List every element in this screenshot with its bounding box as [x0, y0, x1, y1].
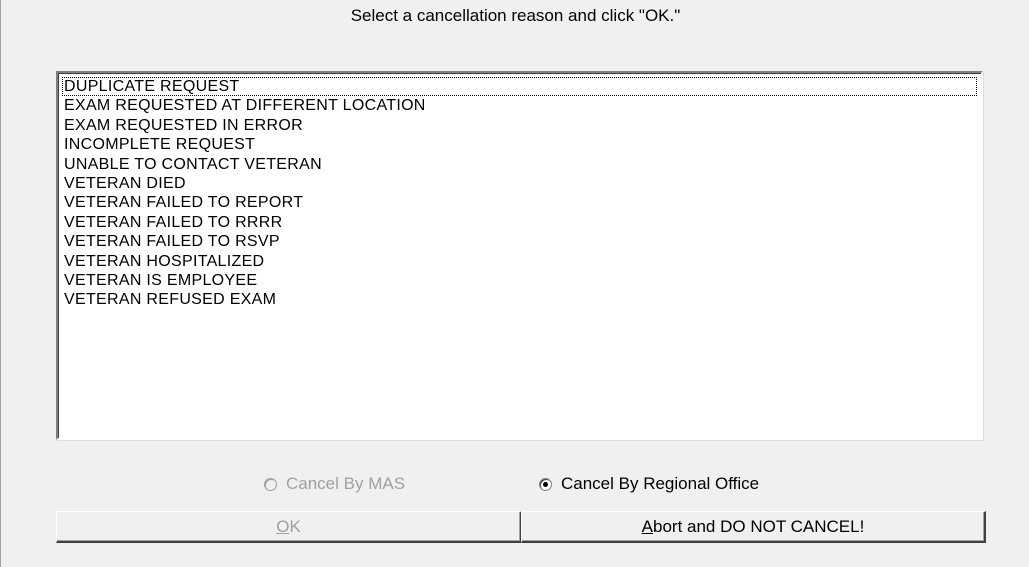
radio-selected-dot [543, 481, 548, 487]
reason-list-item[interactable]: VETERAN FAILED TO RRRR [62, 213, 981, 232]
reason-list-item[interactable]: VETERAN FAILED TO RSVP [62, 232, 981, 251]
cancel-by-regional-office-option[interactable]: Cancel By Regional Office [539, 472, 759, 496]
ok-button-label-rest: K [289, 516, 301, 536]
reason-list-item[interactable]: VETERAN FAILED TO REPORT [62, 193, 981, 212]
cancel-by-regional-office-radio[interactable] [539, 477, 552, 491]
cancel-by-regional-office-label: Cancel By Regional Office [561, 474, 760, 493]
cancellation-dialog: Select a cancellation reason and click "… [0, 0, 1029, 567]
abort-button-label-rest: bort and DO NOT CANCEL! [653, 516, 865, 536]
reason-list: DUPLICATE REQUEST EXAM REQUESTED AT DIFFE… [58, 73, 981, 310]
reason-list-item[interactable]: UNABLE TO CONTACT VETERAN [62, 155, 981, 174]
cancel-by-mas-radio[interactable] [264, 477, 277, 491]
reason-list-item[interactable]: VETERAN HOSPITALIZED [62, 252, 981, 271]
cancel-by-mas-label: Cancel By MAS [286, 474, 406, 493]
reason-list-item[interactable]: EXAM REQUESTED AT DIFFERENT LOCATION [62, 96, 981, 115]
reason-list-item[interactable]: EXAM REQUESTED IN ERROR [62, 116, 981, 135]
ok-button[interactable]: OK [56, 511, 522, 543]
abort-button[interactable]: Abort and DO NOT CANCEL! [521, 511, 986, 543]
reason-list-item[interactable]: INCOMPLETE REQUEST [62, 135, 981, 154]
reason-list-item[interactable]: VETERAN REFUSED EXAM [62, 290, 981, 309]
cancel-by-mas-option[interactable]: Cancel By MAS [264, 472, 405, 496]
reason-list-item[interactable]: VETERAN IS EMPLOYEE [62, 271, 981, 290]
abort-button-mnemonic: A [641, 516, 653, 536]
reason-list-item[interactable]: DUPLICATE REQUEST [62, 77, 977, 97]
instruction-text: Select a cancellation reason and click "… [350, 6, 681, 25]
reason-list-item[interactable]: VETERAN DIED [62, 174, 981, 193]
ok-button-mnemonic: O [276, 516, 290, 536]
cancellation-reason-listbox[interactable]: DUPLICATE REQUEST EXAM REQUESTED AT DIFFE… [56, 71, 983, 440]
